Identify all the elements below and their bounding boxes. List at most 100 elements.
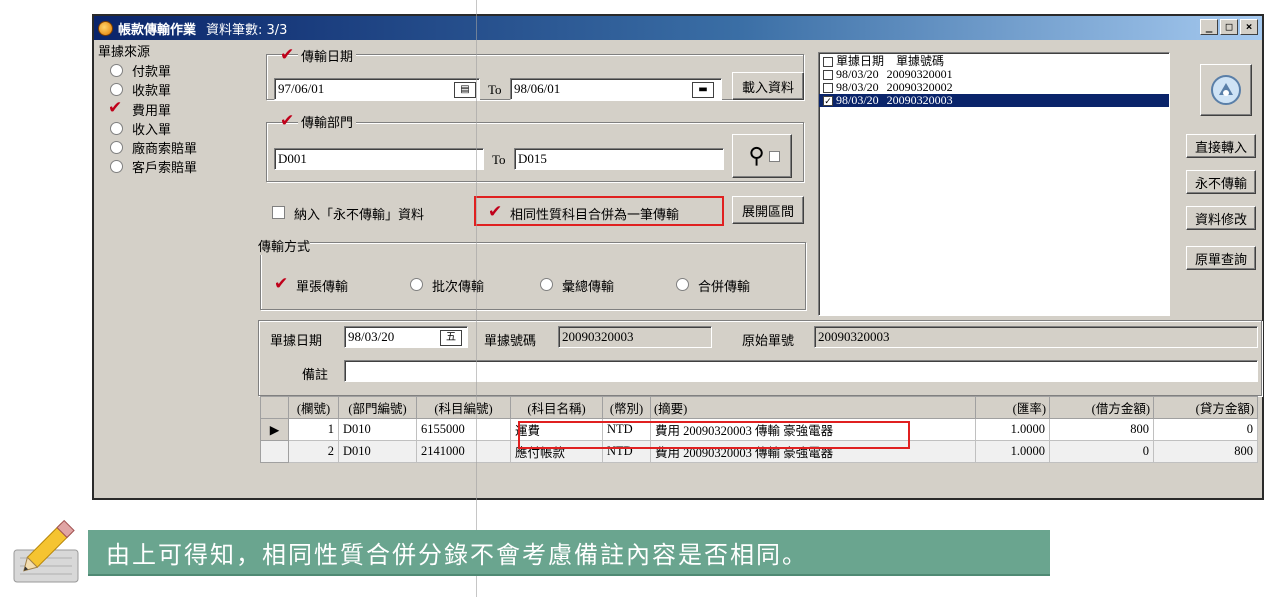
transfer-date-checkbox[interactable]: ✔ bbox=[280, 47, 294, 64]
search-button[interactable]: ⚲ bbox=[732, 134, 792, 178]
transfer-date-label: 傳輸日期 bbox=[298, 46, 357, 65]
date-to-field[interactable]: 98/06/01 bbox=[510, 78, 722, 100]
list-item-selected[interactable]: ✓ 98/03/20 20090320003 bbox=[819, 94, 1169, 107]
col-line-no[interactable]: (欄號) bbox=[288, 396, 339, 419]
transfer-method-title: 傳輸方式 bbox=[258, 236, 311, 255]
radio-vendor-claim[interactable] bbox=[110, 141, 123, 154]
row-indicator-icon bbox=[260, 440, 289, 463]
radio-summary[interactable] bbox=[540, 278, 553, 291]
cell-rate[interactable]: 1.0000 bbox=[975, 418, 1050, 441]
maximize-button[interactable]: □ bbox=[1220, 19, 1238, 35]
calendar-icon-doc[interactable]: 五 bbox=[440, 330, 462, 346]
doc-source-title: 單據來源 bbox=[98, 45, 151, 60]
close-button[interactable]: × bbox=[1240, 19, 1258, 35]
record-count: 資料筆數: 3/3 bbox=[206, 22, 288, 38]
transfer-dept-label: 傳輸部門 bbox=[298, 112, 357, 131]
calendar-icon-to[interactable]: ▬ bbox=[692, 82, 714, 98]
list-item-date: 98/03/20 bbox=[836, 93, 879, 107]
option-vendor-claim: 廠商索賠單 bbox=[132, 142, 198, 157]
radio-receipt[interactable] bbox=[110, 83, 123, 96]
remark-field[interactable] bbox=[344, 360, 1258, 382]
option-income: 收入單 bbox=[132, 123, 172, 138]
doc-no-field: 20090320003 bbox=[558, 326, 712, 348]
list-item-checkbox[interactable] bbox=[823, 82, 833, 93]
title-bar: 帳款傳輸作業 資料筆數: 3/3 _ □ × bbox=[94, 16, 1262, 40]
col-summary[interactable]: (摘要) bbox=[650, 396, 976, 419]
pencil-icon bbox=[13, 519, 79, 583]
orig-no-label: 原始單號 bbox=[742, 334, 795, 349]
option-expense: 費用單 bbox=[132, 104, 172, 119]
date-from-field[interactable]: 97/06/01 bbox=[274, 78, 480, 100]
highlight-row-summary bbox=[518, 421, 910, 449]
transfer-icon bbox=[1211, 75, 1241, 105]
date-to-label: To bbox=[488, 82, 502, 97]
col-acct-name[interactable]: (科目名稱) bbox=[510, 396, 603, 419]
direct-import-button[interactable]: 直接轉入 bbox=[1186, 134, 1256, 158]
col-credit[interactable]: (貸方金額) bbox=[1153, 396, 1258, 419]
radio-batch[interactable] bbox=[410, 278, 423, 291]
cell-credit[interactable]: 800 bbox=[1153, 440, 1258, 463]
search-checkbox[interactable] bbox=[768, 150, 780, 162]
include-never-label: 納入「永不傳輸」資料 bbox=[294, 208, 425, 223]
remark-label: 備註 bbox=[302, 368, 329, 383]
method-summary: 彙總傳輸 bbox=[562, 280, 615, 295]
cell-debit[interactable]: 800 bbox=[1049, 418, 1154, 441]
row-indicator-icon: ▶ bbox=[260, 418, 289, 441]
transfer-icon-button[interactable] bbox=[1200, 64, 1252, 116]
grid-indicator-header bbox=[260, 396, 289, 419]
list-item-checkbox-checked[interactable]: ✓ bbox=[823, 95, 833, 106]
doc-date-label: 單據日期 bbox=[270, 334, 323, 349]
load-data-button[interactable]: 載入資料 bbox=[732, 72, 804, 100]
cell-line-no[interactable]: 2 bbox=[288, 440, 339, 463]
expand-interval-button[interactable]: 展開區間 bbox=[732, 196, 804, 224]
calendar-icon-from[interactable]: ▤ bbox=[454, 82, 476, 98]
binoculars-icon: ⚲ bbox=[748, 143, 765, 169]
radio-merge[interactable] bbox=[676, 278, 689, 291]
grid-header: (欄號) (部門編號) (科目編號) (科目名稱) (幣別) (摘要) (匯率)… bbox=[260, 396, 1258, 419]
divider bbox=[476, 0, 477, 597]
never-transfer-button[interactable]: 永不傳輸 bbox=[1186, 170, 1256, 194]
cell-acct[interactable]: 2141000 bbox=[416, 440, 511, 463]
method-merge: 合併傳輸 bbox=[698, 280, 751, 295]
col-acct[interactable]: (科目編號) bbox=[416, 396, 511, 419]
radio-customer-claim[interactable] bbox=[110, 160, 123, 173]
original-query-button[interactable]: 原單查詢 bbox=[1186, 246, 1256, 270]
list-item-no: 20090320003 bbox=[886, 93, 953, 107]
transfer-dept-checkbox[interactable]: ✔ bbox=[280, 113, 294, 130]
orig-no-field: 20090320003 bbox=[814, 326, 1258, 348]
col-rate[interactable]: (匯率) bbox=[975, 396, 1050, 419]
cell-acct[interactable]: 6155000 bbox=[416, 418, 511, 441]
dept-to-field[interactable]: D015 bbox=[514, 148, 724, 170]
cell-dept[interactable]: D010 bbox=[338, 418, 417, 441]
col-debit[interactable]: (借方金額) bbox=[1049, 396, 1154, 419]
app-icon bbox=[98, 20, 113, 36]
col-currency[interactable]: (幣別) bbox=[602, 396, 651, 419]
app-window: 帳款傳輸作業 資料筆數: 3/3 _ □ × 單據來源 付款單 收款單 ✔ 費用… bbox=[92, 14, 1264, 500]
highlight-merge-option bbox=[474, 196, 724, 226]
include-never-checkbox[interactable] bbox=[272, 206, 285, 219]
option-payment: 付款單 bbox=[132, 65, 172, 80]
doc-list-select-all[interactable] bbox=[823, 56, 833, 67]
option-customer-claim: 客戶索賠單 bbox=[132, 161, 198, 176]
radio-single-selected[interactable]: ✔ bbox=[274, 276, 288, 293]
cell-dept[interactable]: D010 bbox=[338, 440, 417, 463]
cell-line-no[interactable]: 1 bbox=[288, 418, 339, 441]
cell-rate[interactable]: 1.0000 bbox=[975, 440, 1050, 463]
note-banner: 由上可得知，相同性質合併分錄不會考慮備註內容是否相同。 bbox=[88, 530, 1050, 576]
radio-payment[interactable] bbox=[110, 64, 123, 77]
window-title: 帳款傳輸作業 bbox=[118, 22, 197, 38]
minimize-button[interactable]: _ bbox=[1200, 19, 1218, 35]
doc-no-label: 單據號碼 bbox=[484, 334, 537, 349]
doc-list[interactable]: 單據日期 單據號碼 98/03/20 20090320001 98/03/20 … bbox=[818, 52, 1170, 316]
col-dept[interactable]: (部門編號) bbox=[338, 396, 417, 419]
option-receipt: 收款單 bbox=[132, 84, 172, 99]
cell-credit[interactable]: 0 bbox=[1153, 418, 1258, 441]
list-item-checkbox[interactable] bbox=[823, 69, 833, 80]
dept-from-field[interactable]: D001 bbox=[274, 148, 484, 170]
radio-expense-selected[interactable]: ✔ bbox=[108, 100, 122, 117]
radio-income[interactable] bbox=[110, 122, 123, 135]
dept-to-label: To bbox=[492, 152, 506, 167]
edit-data-button[interactable]: 資料修改 bbox=[1186, 206, 1256, 230]
cell-debit[interactable]: 0 bbox=[1049, 440, 1154, 463]
method-single: 單張傳輸 bbox=[296, 280, 349, 295]
